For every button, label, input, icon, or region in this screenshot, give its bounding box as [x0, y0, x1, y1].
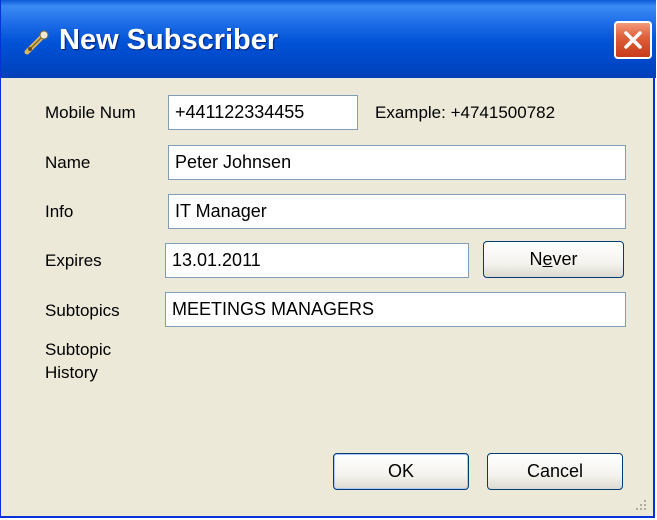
never-label-accelerator: e	[542, 249, 553, 269]
never-label-suffix: ver	[552, 249, 578, 269]
never-button[interactable]: Never	[483, 241, 624, 278]
ok-button[interactable]: OK	[333, 453, 469, 490]
new-subscriber-dialog: New Subscriber Mobile Num +441122334455 …	[0, 0, 656, 518]
subtopic-history-label-line2: History	[45, 363, 98, 382]
mobile-num-label: Mobile Num	[45, 103, 136, 122]
window-title: New Subscriber	[59, 24, 279, 56]
expires-input[interactable]: 13.01.2011	[165, 243, 469, 278]
dialog-body: Mobile Num +441122334455 Example: +47415…	[1, 78, 653, 516]
cancel-button[interactable]: Cancel	[487, 453, 623, 490]
title-bar[interactable]: New Subscriber	[1, 0, 656, 78]
close-button[interactable]	[614, 21, 652, 59]
expires-label: Expires	[45, 251, 102, 270]
mobile-num-example: Example: +4741500782	[375, 103, 556, 122]
subtopics-input[interactable]: MEETINGS MANAGERS	[165, 292, 626, 327]
subtopic-history-label-line1: Subtopic	[45, 340, 112, 359]
subtopics-label: Subtopics	[45, 301, 120, 320]
name-input[interactable]: Peter Johnsen	[168, 145, 626, 180]
never-label-prefix: N	[529, 249, 543, 269]
resize-grip-icon[interactable]	[635, 498, 647, 510]
name-label: Name	[45, 153, 91, 172]
mobile-num-input[interactable]: +441122334455	[168, 95, 358, 130]
info-input[interactable]: IT Manager	[168, 194, 626, 229]
satellite-dish-icon	[23, 28, 51, 56]
info-label: Info	[45, 202, 74, 221]
